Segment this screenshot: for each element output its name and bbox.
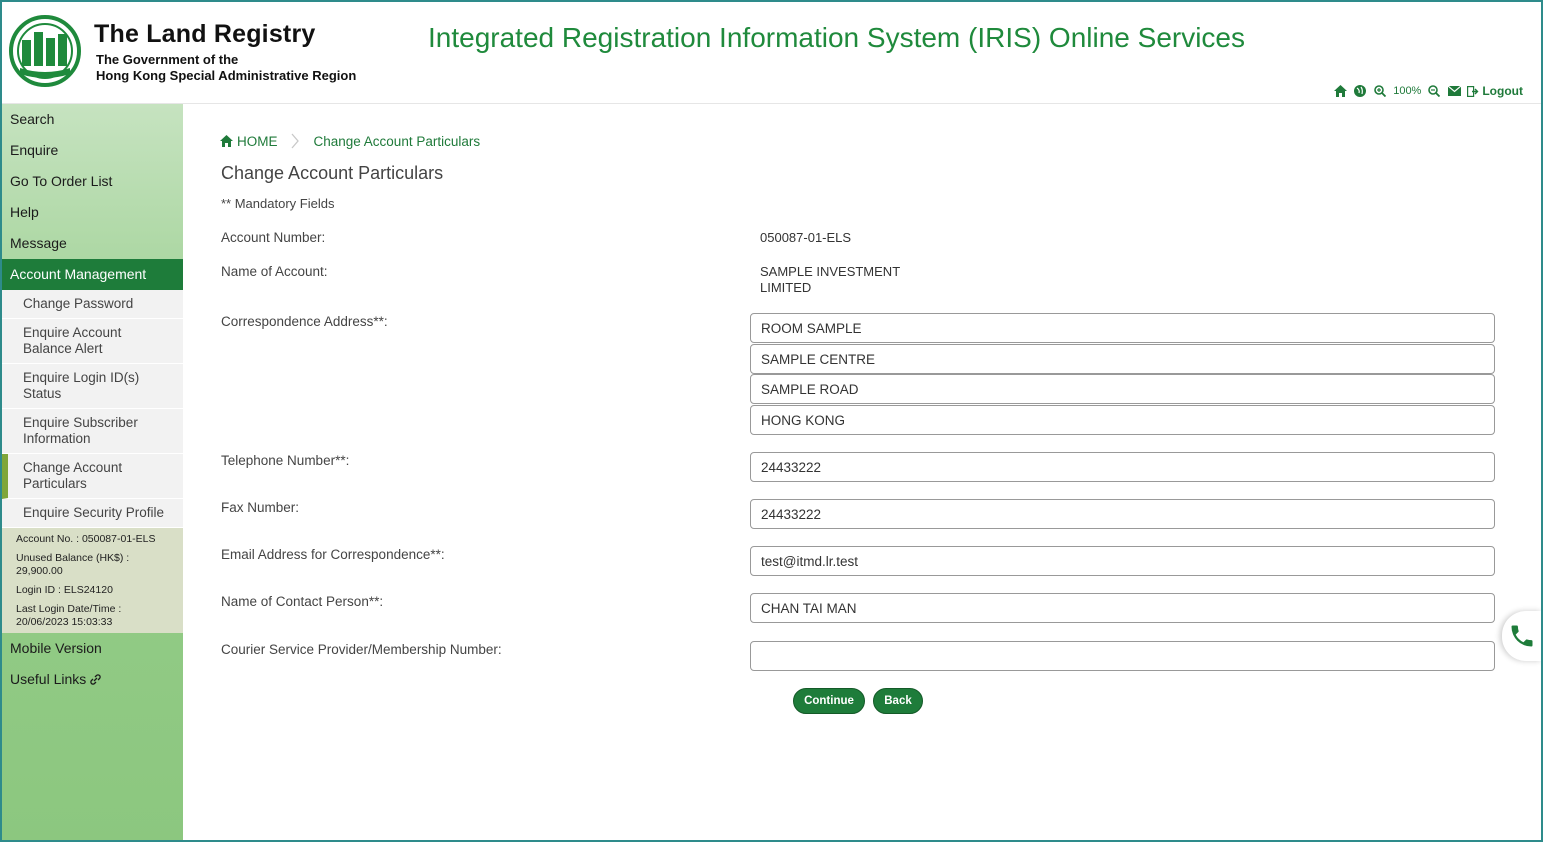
sidebar-item-mobile-version[interactable]: Mobile Version	[2, 633, 183, 664]
chevron-right-icon	[291, 133, 299, 149]
courier-input[interactable]	[750, 641, 1495, 671]
org-subtitle-line1: The Government of the	[96, 52, 239, 67]
zoom-in-icon[interactable]	[1373, 84, 1387, 98]
account-name-line1: SAMPLE INVESTMENT	[760, 264, 901, 279]
subnav-enquire-account-balance-alert[interactable]: Enquire Account Balance Alert	[2, 319, 183, 364]
zoom-out-icon[interactable]	[1427, 84, 1441, 98]
main-content: HOME Change Account Particulars Change A…	[183, 104, 1541, 840]
contact-phone-button[interactable]	[1502, 611, 1541, 661]
breadcrumb-home[interactable]: HOME	[220, 134, 278, 149]
sidebar-item-message[interactable]: Message	[2, 228, 183, 259]
unused-balance-label: Unused Balance (HK$) :	[16, 552, 130, 564]
sidebar-item-search[interactable]: Search	[2, 104, 183, 135]
sidebar: Search Enquire Go To Order List Help Mes…	[2, 104, 183, 840]
continue-button[interactable]: Continue	[793, 688, 865, 714]
unused-balance-value: 29,900.00	[16, 565, 63, 577]
useful-links-label: Useful Links	[10, 671, 87, 687]
external-link-icon	[90, 674, 101, 685]
land-registry-logo	[9, 15, 81, 87]
subnav-enquire-login-id-status[interactable]: Enquire Login ID(s) Status	[2, 364, 183, 409]
telephone-label: Telephone Number**:	[221, 453, 350, 468]
subnav-label: Status	[23, 386, 62, 401]
system-title: Integrated Registration Information Syst…	[428, 22, 1246, 53]
sidebar-item-help[interactable]: Help	[2, 197, 183, 228]
correspondence-address-label: Correspondence Address**:	[221, 314, 388, 329]
logout-icon	[1467, 85, 1479, 97]
subnav-label: Change Account	[23, 460, 123, 475]
breadcrumb-current[interactable]: Change Account Particulars	[314, 134, 481, 149]
courier-label: Courier Service Provider/Membership Numb…	[221, 642, 502, 657]
last-login-value: 20/06/2023 15:03:33	[16, 616, 113, 628]
home-icon[interactable]	[1333, 84, 1347, 98]
unused-balance-info: Unused Balance (HK$) : 29,900.00	[16, 552, 175, 578]
email-input[interactable]	[750, 546, 1495, 576]
zoom-level: 100%	[1393, 85, 1422, 97]
breadcrumb-home-label: HOME	[237, 133, 278, 149]
subnav-label: Enquire Security Profile	[23, 505, 165, 520]
sidebar-item-order-list[interactable]: Go To Order List	[2, 166, 183, 197]
subnav-change-password[interactable]: Change Password	[2, 290, 183, 319]
app-window: The Land Registry The Government of the …	[0, 0, 1543, 842]
fax-input[interactable]	[750, 499, 1495, 529]
org-title: The Land Registry	[94, 20, 316, 48]
subnav-label: Particulars	[23, 476, 87, 491]
subnav-label: Enquire Account	[23, 325, 122, 340]
subnav-enquire-subscriber-information[interactable]: Enquire Subscriber Information	[2, 409, 183, 454]
sidebar-item-useful-links[interactable]: Useful Links	[2, 664, 183, 695]
page-title: Change Account Particulars	[221, 163, 444, 183]
breadcrumb: HOME Change Account Particulars	[220, 132, 480, 150]
account-management-submenu: Change Password Enquire Account Balance …	[2, 290, 183, 528]
account-number-info: Account No. : 050087-01-ELS	[16, 533, 156, 545]
subnav-label: Enquire Login ID(s)	[23, 370, 140, 385]
email-label: Email Address for Correspondence**:	[221, 547, 445, 562]
subnav-label: Information	[23, 431, 91, 446]
logout-button[interactable]: Logout	[1467, 84, 1523, 98]
envelope-icon[interactable]	[1447, 84, 1461, 98]
account-name-value: SAMPLE INVESTMENT LIMITED	[760, 264, 930, 296]
address-line-2-input[interactable]	[750, 344, 1495, 374]
account-name-label: Name of Account:	[221, 264, 328, 279]
contact-person-input[interactable]	[750, 593, 1495, 623]
mandatory-note: ** Mandatory Fields	[221, 196, 335, 211]
org-subtitle-line2: Hong Kong Special Administrative Region	[96, 68, 357, 83]
phone-icon	[1511, 625, 1533, 647]
account-name-line2: LIMITED	[760, 280, 812, 295]
logout-label: Logout	[1482, 84, 1523, 98]
sidebar-item-enquire[interactable]: Enquire	[2, 135, 183, 166]
account-info-box: Account No. : 050087-01-ELS Unused Balan…	[2, 528, 183, 633]
subnav-label: Balance Alert	[23, 341, 103, 356]
address-line-1-input[interactable]	[750, 313, 1495, 343]
subnav-label: Enquire Subscriber	[23, 415, 138, 430]
fax-label: Fax Number:	[221, 500, 300, 515]
contact-person-label: Name of Contact Person**:	[221, 594, 384, 609]
last-login-info: Last Login Date/Time : 20/06/2023 15:03:…	[16, 603, 175, 629]
globe-icon[interactable]	[1353, 84, 1367, 98]
page-header: The Land Registry The Government of the …	[2, 2, 1541, 104]
subnav-change-account-particulars[interactable]: Change Account Particulars	[2, 454, 183, 499]
header-toolbar: 100% Logout	[1333, 84, 1523, 98]
sidebar-item-account-management[interactable]: Account Management	[2, 259, 183, 290]
address-line-4-input[interactable]	[750, 405, 1495, 435]
subnav-label: Change Password	[23, 296, 134, 311]
subnav-enquire-security-profile[interactable]: Enquire Security Profile	[2, 499, 183, 528]
telephone-input[interactable]	[750, 452, 1495, 482]
account-number-label: Account Number:	[221, 230, 326, 245]
address-line-3-input[interactable]	[750, 374, 1495, 404]
login-id-info: Login ID : ELS24120	[16, 584, 113, 596]
account-number-value: 050087-01-ELS	[760, 230, 852, 245]
last-login-label: Last Login Date/Time :	[16, 603, 122, 615]
back-button[interactable]: Back	[873, 688, 923, 714]
home-icon	[220, 135, 233, 147]
